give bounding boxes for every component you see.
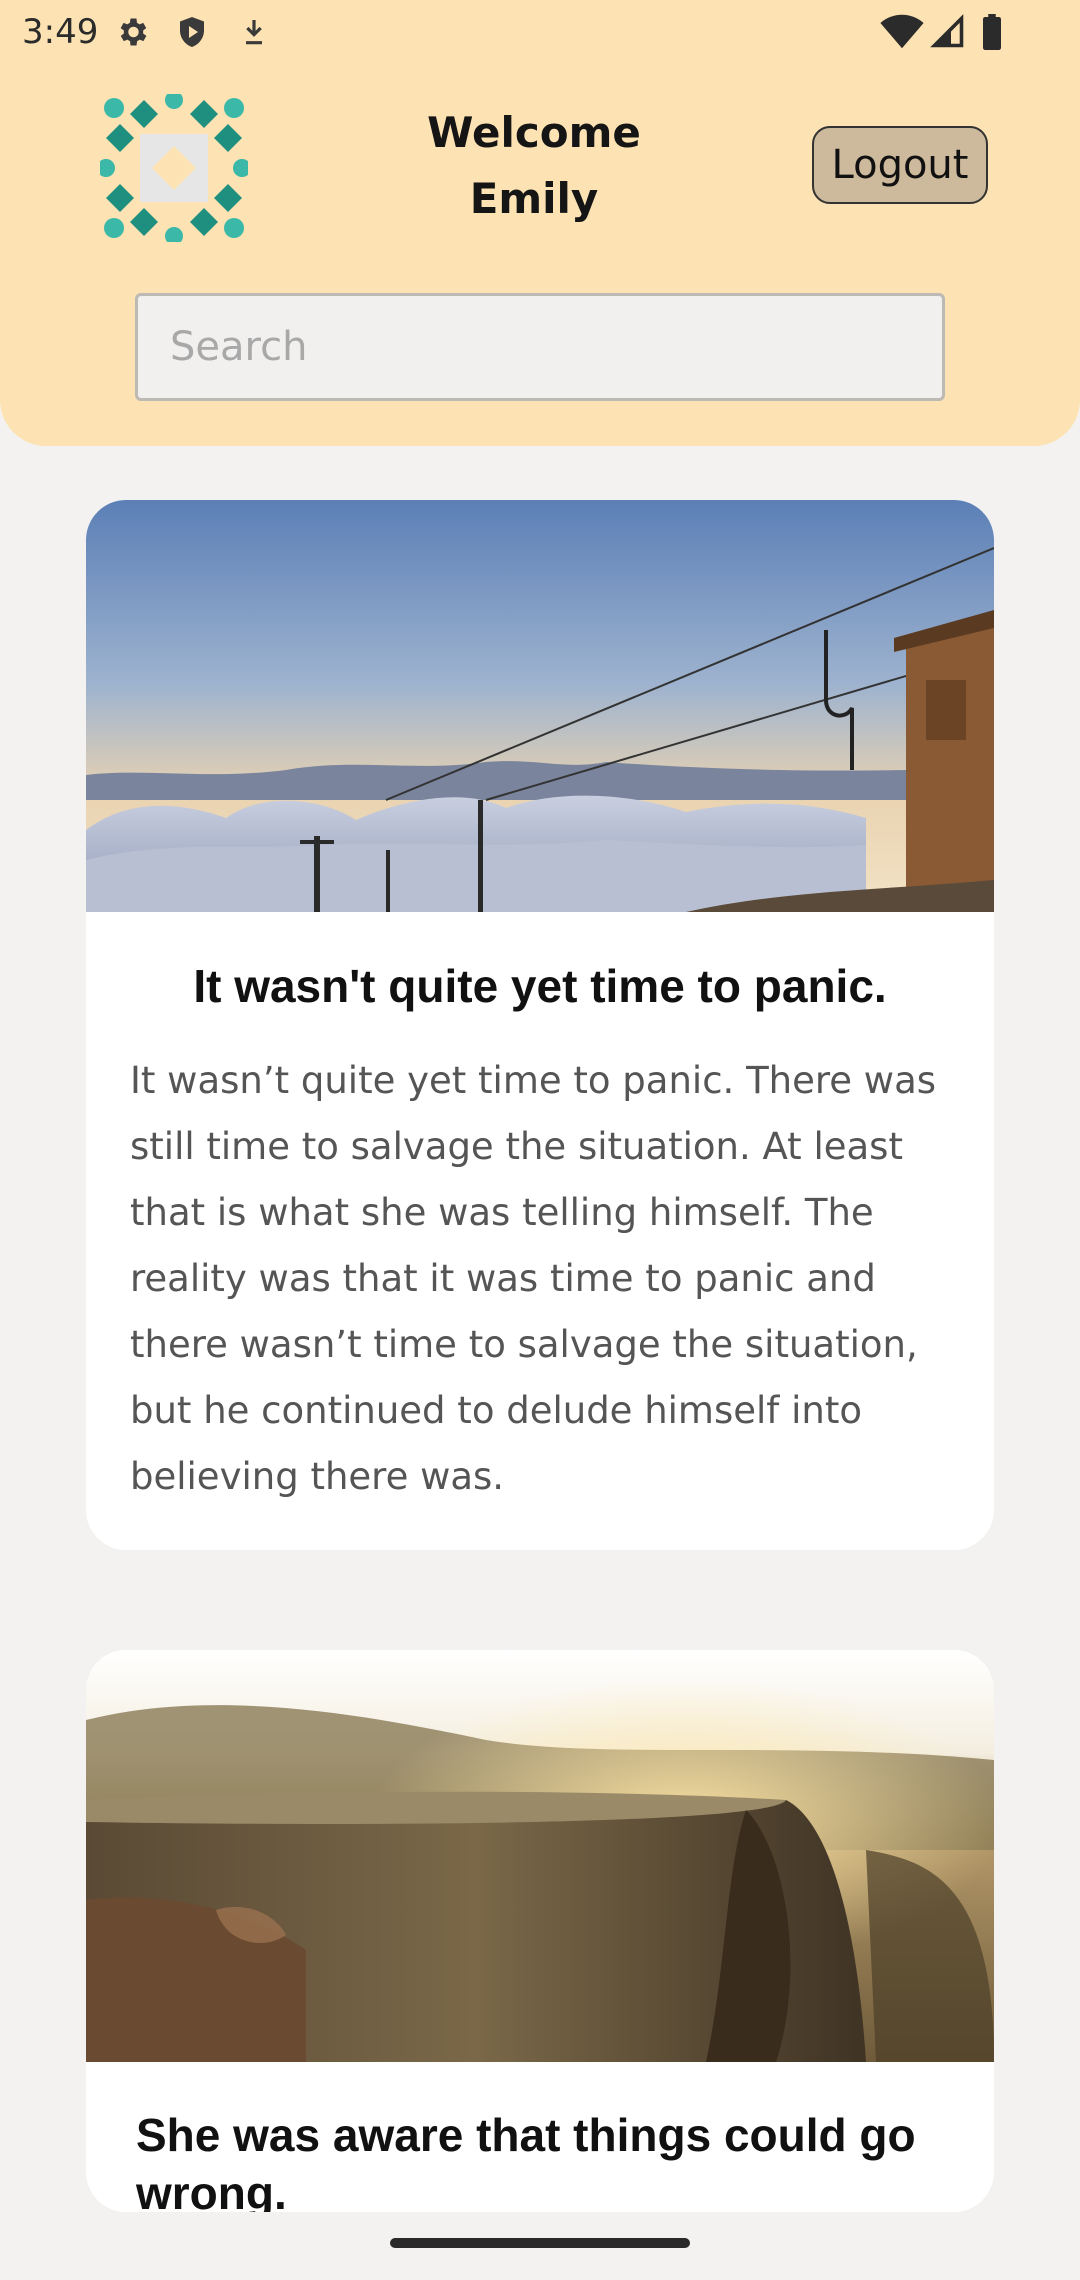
settings-icon: [114, 14, 150, 54]
search-input[interactable]: [170, 324, 942, 370]
status-time: 3:49: [22, 12, 99, 52]
header: 3:49 Welcome Emily Logout Search: [0, 0, 1080, 446]
status-bar: 3:49: [0, 0, 1080, 66]
post-body: It wasn’t quite yet time to panic. There…: [130, 1059, 937, 1498]
post-title: She was aware that things could go wrong…: [136, 2109, 916, 2212]
post-card[interactable]: It wasn't quite yet time to panic. It wa…: [86, 500, 994, 1550]
logout-button[interactable]: Logout: [812, 126, 988, 204]
shield-icon: [174, 14, 210, 54]
signal-icon: [930, 14, 966, 54]
post-card[interactable]: She was aware that things could go wrong…: [86, 1650, 994, 2212]
post-image: [86, 1650, 994, 2062]
welcome-message: Welcome Emily: [380, 100, 688, 232]
welcome-line1: Welcome: [427, 108, 641, 157]
post-image: [86, 500, 994, 912]
battery-icon: [980, 14, 1004, 54]
home-indicator[interactable]: [390, 2238, 690, 2248]
app-screen: 3:49 Welcome Emily Logout Search It wasn…: [0, 0, 1080, 2280]
post-title: It wasn't quite yet time to panic.: [193, 960, 887, 1012]
logo-icon: [97, 91, 251, 245]
welcome-user-name: Emily: [469, 174, 599, 223]
wifi-icon: [880, 14, 924, 54]
download-icon: [238, 14, 270, 54]
search-field[interactable]: [135, 293, 945, 401]
